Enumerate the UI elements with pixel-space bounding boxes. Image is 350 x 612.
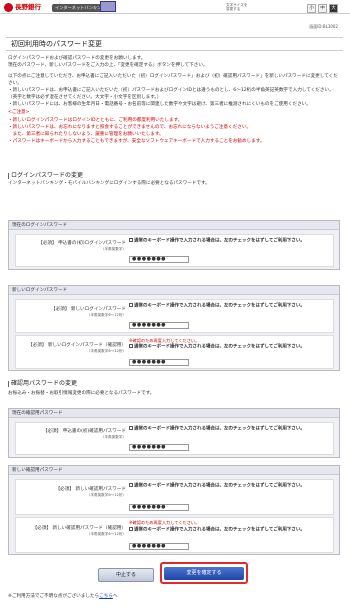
- intro-text: ログインパスワードおよび確認パスワードの変更をお願いします。 現在のパスワード、…: [8, 56, 340, 146]
- field-label: 【必須】 新しいログインパスワード（確認用） （半角英数字6～12桁）: [28, 343, 126, 353]
- help-link[interactable]: こちら: [99, 594, 113, 599]
- new-confirm-password-confirm-input[interactable]: ●●●●●●●: [129, 543, 189, 550]
- confirm-section-desc: お振込み・お振替・お取引情報変更の際に必要となるパスワードです。: [8, 391, 155, 396]
- box-header: 現在の確認用パスワード: [9, 409, 339, 418]
- bank-logo[interactable]: 長野銀行: [4, 3, 41, 12]
- form-row: 【必須】 新しいログインパスワード （半角英数字6～12桁） 通常のキーボード操作…: [15, 299, 334, 333]
- bank-logo-icon: [4, 3, 13, 12]
- form-row: 【必須】 申込書の(初)ログインパスワード （半角英数字） 通常のキーボード操作で…: [15, 234, 334, 267]
- cancel-button[interactable]: 中止する: [98, 568, 154, 582]
- checkbox[interactable]: [129, 426, 133, 430]
- new-confirm-box: 新しい確認用パスワード 【必須】 新しい確認用パスワード （半角英数字6～12桁）…: [8, 465, 340, 555]
- login-section-title: ログインパスワードの変更: [8, 172, 83, 180]
- checkbox[interactable]: [129, 238, 133, 242]
- keyboard-check[interactable]: 通常のキーボード操作で入力される場合は、左のチェックをはずしてご利用下さい。: [129, 483, 324, 489]
- keyboard-check[interactable]: 通常のキーボード操作で入力される場合は、左のチェックをはずしてご利用下さい。: [129, 303, 324, 309]
- confirm-section-title: 確認用パスワードの変更: [8, 380, 77, 388]
- box-header: 現在のログインパスワード: [9, 221, 339, 230]
- field-label: 【必須】 申込書の(初)ログインパスワード （半角英数字）: [38, 241, 126, 251]
- new-login-box: 新しいログインパスワード 【必須】 新しいログインパスワード （半角英数字6～12…: [8, 285, 340, 371]
- computer-icon: [100, 1, 116, 12]
- notes: <ご注意> ・新しいログインパスワードはログインIDとともに、ご利用の都度利用い…: [8, 110, 265, 145]
- header: 長野銀行 インターネットバンキング 文字サイズを 変更する 小 中 大: [0, 0, 350, 14]
- form-row: 【必須】 申込書の(初)確認用パスワード （半角英数字） 通常のキーボード操作で入…: [15, 422, 334, 455]
- confirm-change-button[interactable]: 変更を確定する: [164, 567, 244, 580]
- form-row: 【必須】 新しい確認用パスワード（確認用） （半角英数字6～12桁） ※確認のため…: [15, 517, 334, 553]
- current-login-box: 現在のログインパスワード 【必須】 申込書の(初)ログインパスワード （半角英数字…: [8, 220, 340, 270]
- checkbox[interactable]: [129, 527, 133, 531]
- font-size-label: 文字サイズを 変更する: [226, 3, 248, 12]
- new-login-password-input[interactable]: ●●●●●●●: [129, 322, 189, 329]
- footer-note: ※ご利用方法でご不明な点がございましたらこちらへ: [8, 594, 118, 599]
- current-confirm-password-input[interactable]: ●●●●●●●: [129, 444, 189, 451]
- checkbox[interactable]: [129, 344, 133, 348]
- bank-name: 長野銀行: [15, 3, 41, 12]
- field-label: 【必須】 新しいログインパスワード （半角英数字6～12桁）: [51, 307, 126, 317]
- checkbox[interactable]: [129, 483, 133, 487]
- field-label: 【必須】 申込書の(初)確認用パスワード （半角英数字）: [42, 429, 126, 439]
- screen-id: 画面ID:BL3002: [309, 24, 338, 29]
- field-label: 【必須】 新しい確認用パスワード（確認用） （半角英数字6～12桁）: [32, 526, 126, 536]
- current-confirm-box: 現在の確認用パスワード 【必須】 申込書の(初)確認用パスワード （半角英数字） …: [8, 408, 340, 458]
- font-medium-button[interactable]: 中: [318, 4, 327, 13]
- form-row: 【必須】 新しいログインパスワード（確認用） （半角英数字6～12桁） ※確認のた…: [15, 335, 334, 369]
- keyboard-check[interactable]: 通常のキーボード操作で入力される場合は、左のチェックをはずしてご利用下さい。: [129, 527, 324, 533]
- keyboard-check[interactable]: 通常のキーボード操作で入力される場合は、左のチェックをはずしてご利用下さい。: [129, 426, 324, 432]
- new-confirm-password-input[interactable]: ●●●●●●●: [129, 504, 189, 511]
- font-small-button[interactable]: 小: [307, 4, 316, 13]
- login-section-desc: インターネットバンキング・モバイルバンキングにログインする際に必要となるパスワー…: [8, 181, 210, 186]
- checkbox[interactable]: [129, 303, 133, 307]
- box-header: 新しい確認用パスワード: [9, 466, 339, 475]
- field-label: 【必須】 新しい確認用パスワード （半角英数字6～12桁）: [55, 487, 126, 497]
- keyboard-check[interactable]: 通常のキーボード操作で入力される場合は、左のチェックをはずしてご利用下さい。: [129, 344, 324, 350]
- error-message: ※確認のため再度入力してください。: [129, 338, 200, 343]
- box-header: 新しいログインパスワード: [9, 286, 339, 295]
- new-login-password-confirm-input[interactable]: ●●●●●●●: [129, 359, 189, 366]
- page-title: 初回利用時のパスワード変更: [6, 37, 343, 51]
- form-row: 【必須】 新しい確認用パスワード （半角英数字6～12桁） 通常のキーボード操作で…: [15, 479, 334, 515]
- current-login-password-input[interactable]: ●●●●●●●: [129, 256, 189, 263]
- error-message: ※確認のため再度入力してください。: [129, 520, 200, 525]
- keyboard-check[interactable]: 通常のキーボード操作で入力される場合は、左のチェックをはずしてご利用下さい。: [129, 238, 324, 244]
- font-large-button[interactable]: 大: [329, 4, 338, 13]
